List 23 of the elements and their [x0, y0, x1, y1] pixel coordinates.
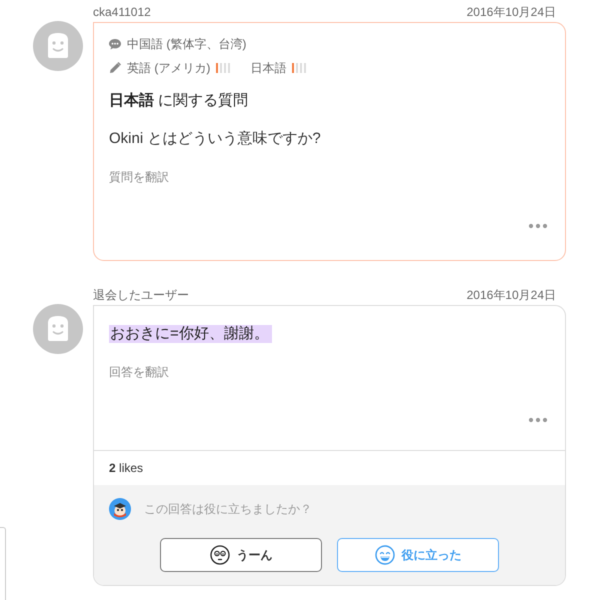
post-date: 2016年10月24日 — [466, 4, 556, 21]
feedback-prompt: この回答は役に立ちましたか？ — [144, 501, 312, 518]
question-title: 日本語 に関する質問 — [109, 91, 250, 111]
neutral-face-icon — [210, 545, 230, 565]
user-name[interactable]: 退会したユーザー — [93, 287, 189, 304]
speech-bubble-icon — [109, 38, 121, 50]
native-language: 中国語 (繁体字、台湾) — [127, 36, 246, 52]
translate-link[interactable]: 質問を翻訳 — [109, 169, 169, 185]
mascot-avatar-icon — [109, 498, 131, 520]
pencil-icon — [109, 62, 121, 74]
post-date: 2016年10月24日 — [466, 287, 556, 304]
more-icon[interactable] — [528, 417, 548, 423]
answer-text: おおきに=你好、謝謝。 — [109, 325, 272, 343]
question-text: Okini とはどういう意味ですか? — [109, 129, 322, 149]
learning-language: 日本語 — [250, 60, 286, 76]
learning-language: 英語 (アメリカ) — [127, 60, 210, 76]
not-helpful-button[interactable]: うーん — [160, 538, 322, 572]
smiling-face-icon — [374, 545, 394, 565]
avatar-icon[interactable] — [33, 21, 83, 71]
user-name[interactable]: cka411012 — [93, 4, 151, 21]
translate-link[interactable]: 回答を翻訳 — [109, 364, 169, 380]
more-icon[interactable] — [528, 223, 548, 229]
avatar-icon[interactable] — [33, 304, 83, 354]
